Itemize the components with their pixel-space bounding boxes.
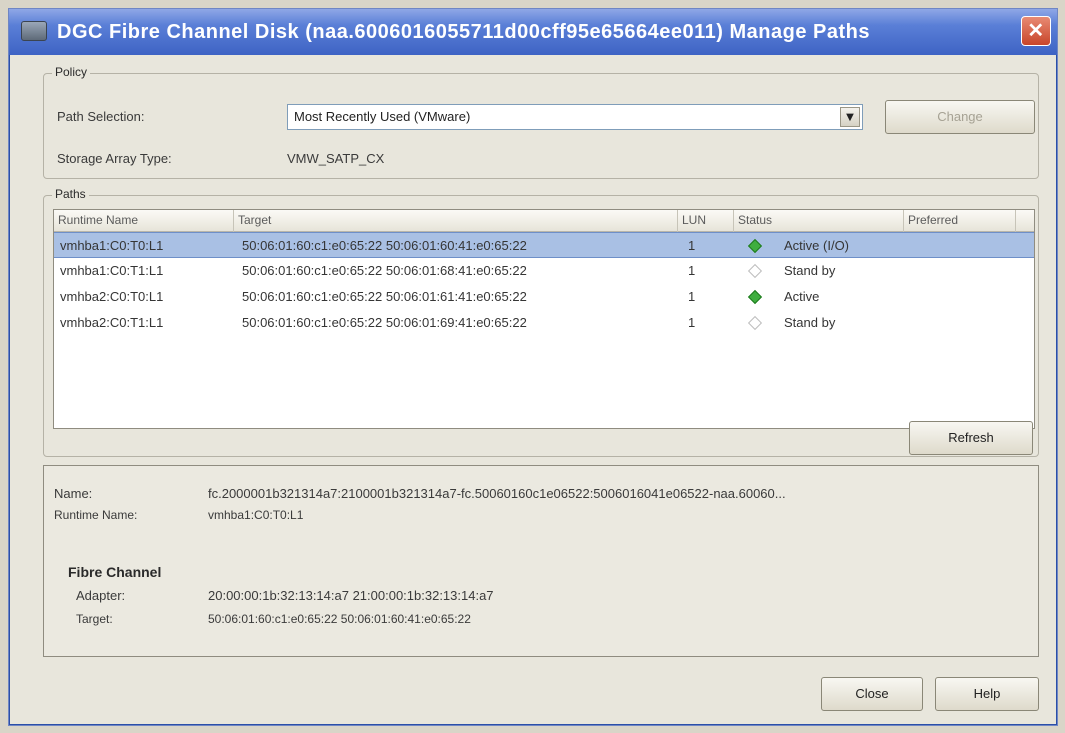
lun-cell: 1 (688, 315, 696, 330)
target-cell: 50:06:01:60:c1:e0:65:22 50:06:01:61:41:e… (242, 289, 527, 304)
target-cell: 50:06:01:60:c1:e0:65:22 50:06:01:60:41:e… (242, 238, 527, 253)
status-cell: Active (I/O) (784, 238, 850, 253)
fibre-channel-heading: Fibre Channel (68, 564, 162, 580)
path-selection-label: Path Selection: (57, 109, 145, 124)
lun-cell: 1 (688, 289, 696, 304)
path-details-panel: Name: fc.2000001b321314a7:2100001b321314… (43, 465, 1039, 657)
path-row[interactable]: vmhba2:C0:T0:L1 50:06:01:60:c1:e0:65:22 … (54, 284, 1034, 310)
refresh-button[interactable]: Refresh (909, 421, 1033, 455)
column-lun[interactable]: LUN (678, 210, 734, 232)
runtime-name-cell: vmhba1:C0:T1:L1 (60, 263, 164, 278)
runtime-name-cell: vmhba1:C0:T0:L1 (60, 238, 164, 253)
standby-status-icon (747, 315, 763, 331)
column-target[interactable]: Target (234, 210, 678, 232)
runtime-name-label: Runtime Name: (54, 508, 138, 522)
target-label: Target: (76, 612, 113, 626)
standby-status-icon (747, 263, 763, 279)
storage-array-type-label: Storage Array Type: (57, 151, 172, 166)
paths-table: Runtime Name Target LUN Status Preferred… (53, 209, 1035, 429)
adapter-label: Adapter: (76, 588, 126, 603)
target-cell: 50:06:01:60:c1:e0:65:22 50:06:01:69:41:e… (242, 315, 527, 330)
active-status-icon (747, 289, 763, 305)
runtime-name-cell: vmhba2:C0:T1:L1 (60, 315, 164, 330)
runtime-name-value: vmhba1:C0:T0:L1 (208, 508, 304, 522)
lun-cell: 1 (688, 238, 696, 253)
active-status-icon (747, 238, 763, 254)
close-button[interactable]: Close (821, 677, 923, 711)
status-cell: Stand by (784, 315, 836, 330)
policy-legend: Policy (52, 65, 91, 79)
paths-legend: Paths (52, 187, 89, 201)
path-selection-dropdown[interactable]: Most Recently Used (VMware) ▼ (287, 104, 863, 130)
column-runtime-name[interactable]: Runtime Name (54, 210, 234, 232)
window-title: DGC Fibre Channel Disk (naa.600601605571… (57, 21, 870, 43)
name-label: Name: (54, 486, 93, 501)
change-button[interactable]: Change (885, 100, 1035, 134)
status-cell: Active (784, 289, 820, 304)
path-selection-value: Most Recently Used (VMware) (294, 109, 471, 124)
manage-paths-dialog: DGC Fibre Channel Disk (naa.600601605571… (8, 8, 1058, 726)
paths-table-header: Runtime Name Target LUN Status Preferred (54, 210, 1034, 232)
path-row[interactable]: vmhba1:C0:T1:L1 50:06:01:60:c1:e0:65:22 … (54, 258, 1034, 284)
runtime-name-cell: vmhba2:C0:T0:L1 (60, 289, 164, 304)
disk-icon (21, 21, 47, 41)
column-status[interactable]: Status (734, 210, 904, 232)
storage-array-type-value: VMW_SATP_CX (287, 151, 385, 166)
target-value: 50:06:01:60:c1:e0:65:22 50:06:01:60:41:e… (208, 612, 471, 626)
close-window-button[interactable]: ✕ (1021, 16, 1051, 46)
name-value: fc.2000001b321314a7:2100001b321314a7-fc.… (208, 486, 786, 501)
status-cell: Stand by (784, 263, 836, 278)
adapter-value: 20:00:00:1b:32:13:14:a7 21:00:00:1b:32:1… (208, 588, 494, 603)
chevron-down-icon[interactable]: ▼ (840, 107, 860, 127)
title-bar[interactable]: DGC Fibre Channel Disk (naa.600601605571… (9, 9, 1057, 55)
lun-cell: 1 (688, 263, 696, 278)
column-preferred[interactable]: Preferred (904, 210, 1016, 232)
path-row[interactable]: vmhba2:C0:T1:L1 50:06:01:60:c1:e0:65:22 … (54, 310, 1034, 336)
help-button[interactable]: Help (935, 677, 1039, 711)
path-row[interactable]: vmhba1:C0:T0:L1 50:06:01:60:c1:e0:65:22 … (54, 232, 1034, 258)
target-cell: 50:06:01:60:c1:e0:65:22 50:06:01:68:41:e… (242, 263, 527, 278)
